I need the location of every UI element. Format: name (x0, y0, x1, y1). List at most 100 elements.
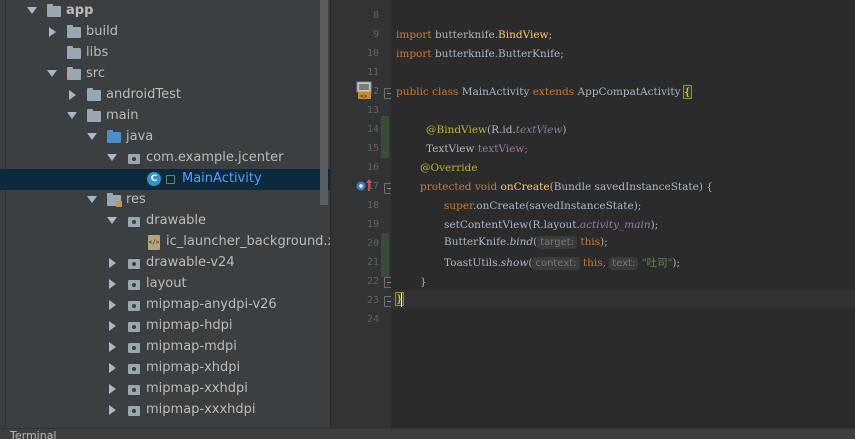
line-number: 18 (366, 200, 379, 211)
chevron-right-icon[interactable] (109, 384, 116, 394)
tree-item-label: mipmap-hdpi (146, 318, 233, 333)
chevron-right-icon[interactable] (109, 300, 116, 310)
line-number: 14 (366, 124, 379, 135)
line-number: 24 (366, 314, 379, 325)
project-tree-panel: app build libs src androidTest main java… (0, 0, 330, 428)
chevron-down-icon[interactable] (107, 154, 117, 161)
tree-item-main[interactable]: main (0, 106, 330, 127)
tree-item-mainactivity[interactable]: C MainActivity (0, 169, 330, 190)
code-line-10[interactable]: import butterknife.ButterKnife; (396, 48, 564, 60)
tree-item-mipmap-xxxhdpi[interactable]: mipmap-xxxhdpi (0, 400, 330, 421)
line-number: 21 (366, 257, 379, 268)
change-marker[interactable] (381, 116, 389, 158)
tree-item-label: drawable-v24 (146, 255, 235, 270)
tree-item-package[interactable]: com.example.jcenter (0, 148, 330, 169)
tree-item-label: mipmap-mdpi (146, 339, 237, 354)
chevron-right-icon[interactable] (69, 90, 76, 100)
tree-item-label: androidTest (106, 87, 181, 102)
parameter-hint: context: (532, 257, 580, 270)
tree-item-mipmap-xhdpi[interactable]: mipmap-xhdpi (0, 358, 330, 379)
tree-item-drawable-v24[interactable]: drawable-v24 (0, 253, 330, 274)
tree-item-label: drawable (146, 213, 207, 228)
code-line-22[interactable]: } (420, 276, 427, 288)
tree-item-androidtest[interactable]: androidTest (0, 85, 330, 106)
tree-item-java[interactable]: java (0, 127, 330, 148)
chevron-right-icon[interactable] (109, 258, 116, 268)
tree-item-label: mipmap-xxhdpi (146, 381, 248, 396)
tree-item-mipmap-hdpi[interactable]: mipmap-hdpi (0, 316, 330, 337)
tree-item-src[interactable]: src (0, 64, 330, 85)
chevron-right-icon[interactable] (109, 342, 116, 352)
chevron-right-icon[interactable] (109, 363, 116, 373)
tree-item-layout[interactable]: layout (0, 274, 330, 295)
parameter-hint: target: (537, 236, 578, 249)
chevron-down-icon[interactable] (47, 70, 57, 77)
line-number: 15 (366, 143, 379, 154)
folder-icon (67, 25, 81, 38)
chevron-down-icon[interactable] (27, 7, 37, 14)
code-editor[interactable]: import butterknife.BindView; import butt… (391, 0, 855, 428)
text-caret (401, 293, 402, 307)
code-line-15[interactable]: TextView textView; (426, 143, 528, 155)
svg-text:<>: <> (360, 93, 368, 100)
tree-scrollbar[interactable] (320, 0, 328, 205)
folder-icon (67, 67, 81, 80)
package-icon (128, 280, 140, 290)
tree-item-label: MainActivity (182, 171, 262, 186)
code-line-19[interactable]: setContentView(R.layout.activity_main); (444, 219, 658, 231)
chevron-right-icon[interactable] (109, 405, 116, 415)
code-line-9[interactable]: import butterknife.BindView; (396, 29, 552, 41)
tree-item-label: libs (86, 45, 109, 60)
code-line-12[interactable]: public class MainActivity extends AppCom… (396, 85, 692, 99)
tree-item-label: layout (146, 276, 187, 291)
code-line-17[interactable]: protected void onCreate(Bundle savedInst… (420, 181, 713, 193)
line-number: 23 (366, 295, 379, 306)
line-number: 10 (366, 48, 379, 59)
tree-item-app[interactable]: app (0, 1, 330, 22)
tree-item-mipmap-mdpi[interactable]: mipmap-mdpi (0, 337, 330, 358)
tree-item-label: mipmap-xhdpi (146, 360, 241, 375)
tree-item-label: mipmap-anydpi-v26 (146, 297, 277, 312)
chevron-right-icon[interactable] (109, 279, 116, 289)
package-icon (128, 259, 140, 269)
folder-icon (87, 88, 101, 101)
code-line-21[interactable]: ToastUtils.show(context: this, text: "吐司… (444, 255, 680, 270)
bottom-toolbar: Terminal (0, 428, 855, 439)
code-line-14[interactable]: @BindView(R.id.textView) (426, 124, 566, 136)
code-line-18[interactable]: super.onCreate(savedInstanceState); (444, 200, 641, 212)
tree-item-res[interactable]: res (0, 190, 330, 211)
editor-gutter[interactable]: 8 9 10 11 12 13 14 15 16 17 18 19 20 21 … (330, 0, 395, 428)
current-line-highlight (391, 290, 855, 309)
tree-item-label: mipmap-xxxhdpi (146, 402, 256, 417)
tree-item-mipmap-xxhdpi[interactable]: mipmap-xxhdpi (0, 379, 330, 400)
tree-item-build[interactable]: build (0, 22, 330, 43)
tree-item-label: com.example.jcenter (146, 150, 284, 165)
change-marker[interactable] (381, 233, 389, 277)
chevron-down-icon[interactable] (87, 133, 97, 140)
folder-icon (67, 46, 81, 59)
chevron-down-icon[interactable] (67, 112, 77, 119)
code-line-16[interactable]: @Override (420, 162, 478, 174)
code-line-20[interactable]: ButterKnife.bind(target: this); (444, 236, 608, 249)
android-activity-icon[interactable]: <> (355, 81, 373, 101)
package-icon (128, 301, 140, 311)
override-arrow-icon[interactable] (356, 178, 374, 192)
chevron-right-icon[interactable] (49, 27, 56, 37)
folder-icon (47, 4, 61, 17)
package-icon (128, 406, 140, 416)
package-icon (128, 343, 140, 353)
tree-item-libs[interactable]: libs (0, 43, 330, 64)
package-icon (128, 364, 140, 374)
chevron-down-icon[interactable] (107, 217, 117, 224)
tree-item-label: java (126, 129, 154, 144)
line-number: 11 (366, 67, 379, 78)
tree-item-drawable[interactable]: drawable (0, 211, 330, 232)
line-number: 13 (366, 105, 379, 116)
parameter-hint: text: (609, 257, 639, 270)
chevron-down-icon[interactable] (87, 196, 97, 203)
chevron-right-icon[interactable] (109, 321, 116, 331)
tree-item-mipmap-anydpi-v26[interactable]: mipmap-anydpi-v26 (0, 295, 330, 316)
line-number: 20 (366, 238, 379, 249)
tree-item-ic-launcher-background[interactable]: </> ic_launcher_background.xml (0, 232, 330, 253)
resource-folder-icon (107, 193, 122, 207)
